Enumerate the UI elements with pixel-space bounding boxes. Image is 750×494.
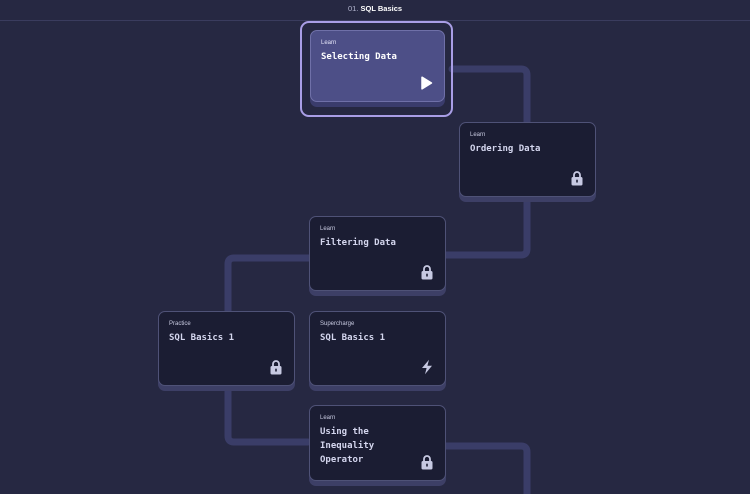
lesson-title: Selecting Data	[321, 52, 397, 62]
play-icon	[421, 76, 433, 90]
practice-card-sql-basics-1[interactable]: Practice SQL Basics 1	[158, 311, 295, 386]
lesson-title: Ordering Data	[470, 144, 541, 154]
lesson-title: SQL Basics 1	[320, 333, 386, 343]
lesson-card-selecting-data[interactable]: Learn Selecting Data	[310, 30, 445, 102]
current-lesson-outline: Learn Selecting Data	[300, 21, 453, 117]
lesson-title: SQL Basics 1	[169, 333, 235, 343]
lesson-card-using-the-inequality-operator[interactable]: Learn Using the Inequality Operator	[309, 405, 446, 481]
lesson-kind: Learn	[320, 226, 336, 232]
lesson-title: Using the Inequality Operator	[320, 427, 375, 465]
lesson-kind: Learn	[470, 132, 486, 138]
lock-icon	[421, 265, 433, 280]
lesson-kind: Learn	[321, 40, 337, 46]
lesson-card-ordering-data[interactable]: Learn Ordering Data	[459, 122, 596, 197]
connector-line	[224, 254, 313, 315]
lesson-kind: Supercharge	[320, 321, 355, 327]
lesson-kind: Practice	[169, 321, 191, 327]
lesson-card-filtering-data[interactable]: Learn Filtering Data	[309, 216, 446, 291]
lock-icon	[270, 360, 282, 375]
supercharge-card-sql-basics-1[interactable]: Supercharge SQL Basics 1	[309, 311, 446, 386]
connector-line	[224, 386, 312, 446]
lightning-bolt-icon	[422, 359, 432, 375]
lock-icon	[421, 455, 433, 470]
lesson-kind: Learn	[320, 415, 336, 421]
lock-icon	[571, 171, 583, 186]
connector-line	[441, 198, 531, 259]
lesson-title: Filtering Data	[320, 238, 396, 248]
connector-line	[448, 65, 531, 126]
connector-line	[441, 442, 531, 494]
learning-path-page: 01. SQL Basics Learn Selecting Data Lear…	[0, 0, 750, 494]
